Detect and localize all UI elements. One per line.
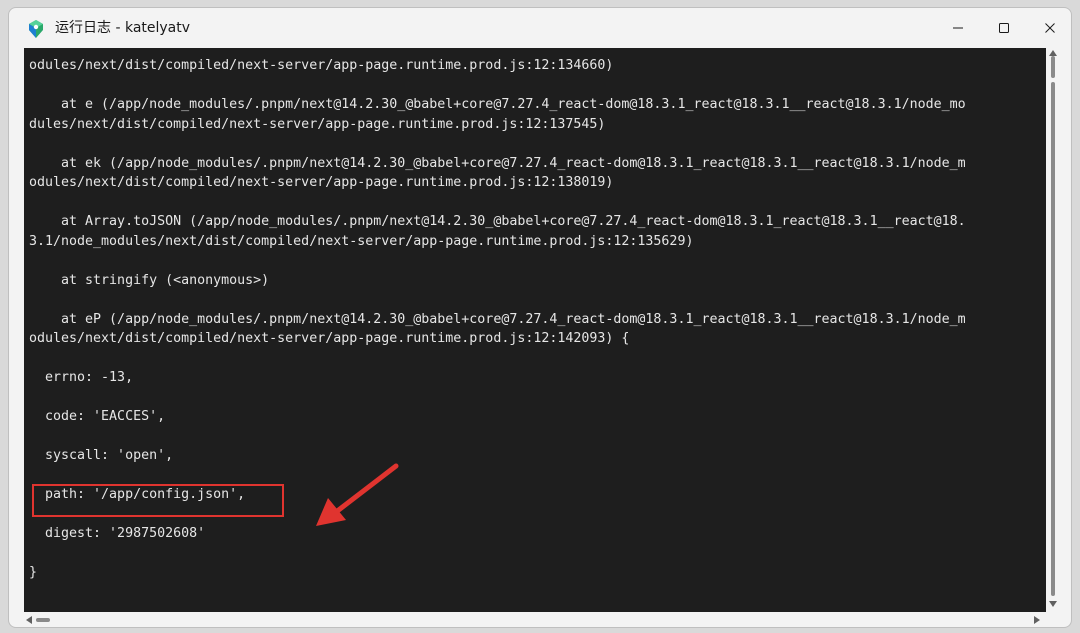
log-line: at ek (/app/node_modules/.pnpm/next@14.2…: [29, 155, 966, 171]
log-line: dules/next/dist/compiled/next-server/app…: [29, 116, 606, 132]
horizontal-scrollbar[interactable]: [24, 612, 1046, 627]
vertical-scrollbar[interactable]: [1046, 48, 1060, 612]
log-line: errno: -13,: [29, 370, 134, 385]
log-line: at eP (/app/node_modules/.pnpm/next@14.2…: [29, 311, 966, 327]
log-line: 3.1/node_modules/next/dist/compiled/next…: [29, 233, 694, 249]
vertical-scroll-thumb[interactable]: [1051, 56, 1055, 78]
minimize-icon: [953, 27, 963, 29]
vertical-scroll-track[interactable]: [1051, 82, 1055, 596]
scroll-down-icon[interactable]: [1049, 601, 1057, 607]
log-output-panel[interactable]: odules/next/dist/compiled/next-server/ap…: [24, 48, 1060, 612]
log-line: at e (/app/node_modules/.pnpm/next@14.2.…: [29, 97, 966, 112]
maximize-icon: [999, 23, 1009, 33]
minimize-button[interactable]: [935, 8, 981, 48]
horizontal-scroll-thumb[interactable]: [36, 618, 50, 622]
app-icon: [26, 19, 46, 39]
log-line: digest: '2987502608': [29, 526, 206, 541]
log-line: odules/next/dist/compiled/next-server/ap…: [29, 331, 630, 346]
log-line: odules/next/dist/compiled/next-server/ap…: [29, 175, 614, 190]
log-line: }: [29, 565, 38, 580]
arrow-icon: [316, 463, 399, 526]
close-icon: [1045, 23, 1055, 33]
close-button[interactable]: [1027, 8, 1071, 48]
log-line: syscall: 'open',: [29, 448, 174, 463]
scroll-right-icon[interactable]: [1034, 616, 1040, 624]
highlight-box: [32, 484, 284, 517]
log-line: code: 'EACCES',: [29, 409, 166, 424]
maximize-button[interactable]: [981, 8, 1027, 48]
log-line: at stringify (<anonymous>): [29, 272, 270, 288]
log-line: odules/next/dist/compiled/next-server/ap…: [29, 58, 614, 73]
log-text[interactable]: odules/next/dist/compiled/next-server/ap…: [29, 56, 1029, 612]
title-bar[interactable]: 运行日志 - katelyatv: [9, 8, 1071, 48]
scroll-left-icon[interactable]: [26, 616, 32, 624]
log-window: 运行日志 - katelyatv odules/next/dist/compil…: [8, 7, 1072, 628]
window-title: 运行日志 - katelyatv: [55, 20, 191, 36]
log-line: at Array.toJSON (/app/node_modules/.pnpm…: [29, 214, 966, 229]
